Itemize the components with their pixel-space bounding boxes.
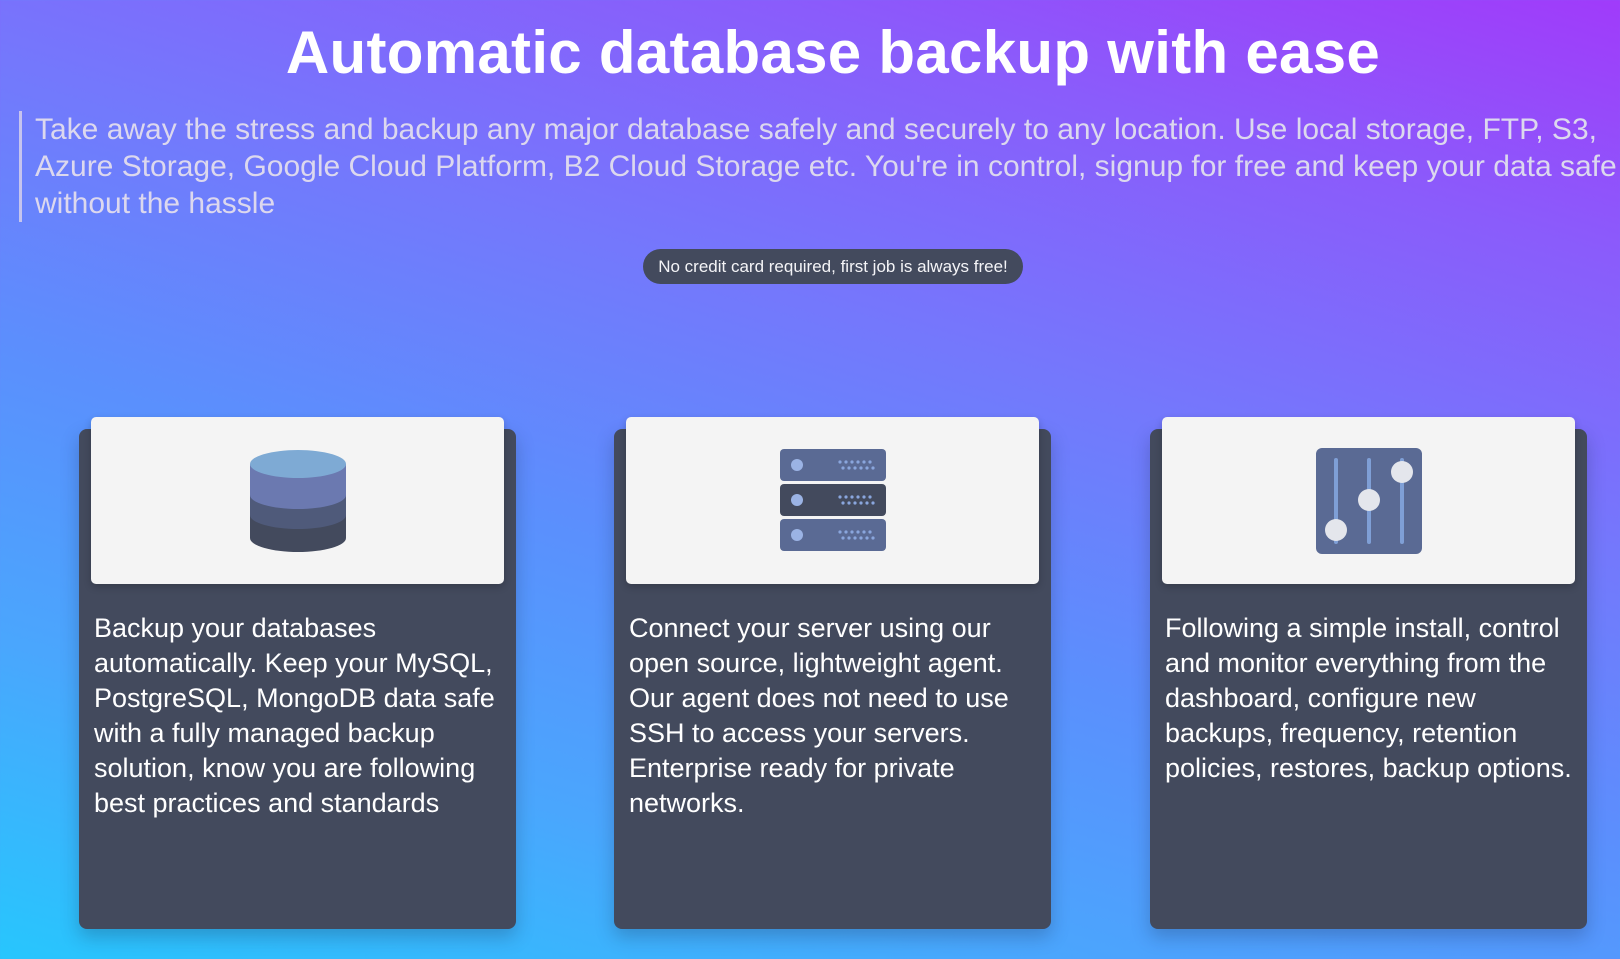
hero-description: Take away the stress and backup any majo… [19,111,1619,222]
feature-card-image [1162,417,1575,584]
feature-card-text: Connect your server using our open sourc… [629,613,1009,818]
feature-card-image [91,417,504,584]
feature-card-image [626,417,1039,584]
feature-card-server: Connect your server using our open sourc… [614,417,1051,929]
feature-card-text: Backup your databases automatically. Kee… [94,613,495,818]
feature-card-text: Following a simple install, control and … [1165,613,1572,783]
hero-description-text: Take away the stress and backup any majo… [35,113,1617,220]
feature-card-dashboard: Following a simple install, control and … [1150,417,1587,929]
sliders-icon [1315,447,1422,554]
badge-container: No credit card required, first job is al… [0,249,1620,284]
free-trial-badge: No credit card required, first job is al… [643,249,1023,284]
hero-title: Automatic database backup with ease [285,19,1381,86]
feature-card-database: Backup your databases automatically. Kee… [79,417,516,929]
server-icon [779,448,886,551]
database-icon [249,449,346,552]
